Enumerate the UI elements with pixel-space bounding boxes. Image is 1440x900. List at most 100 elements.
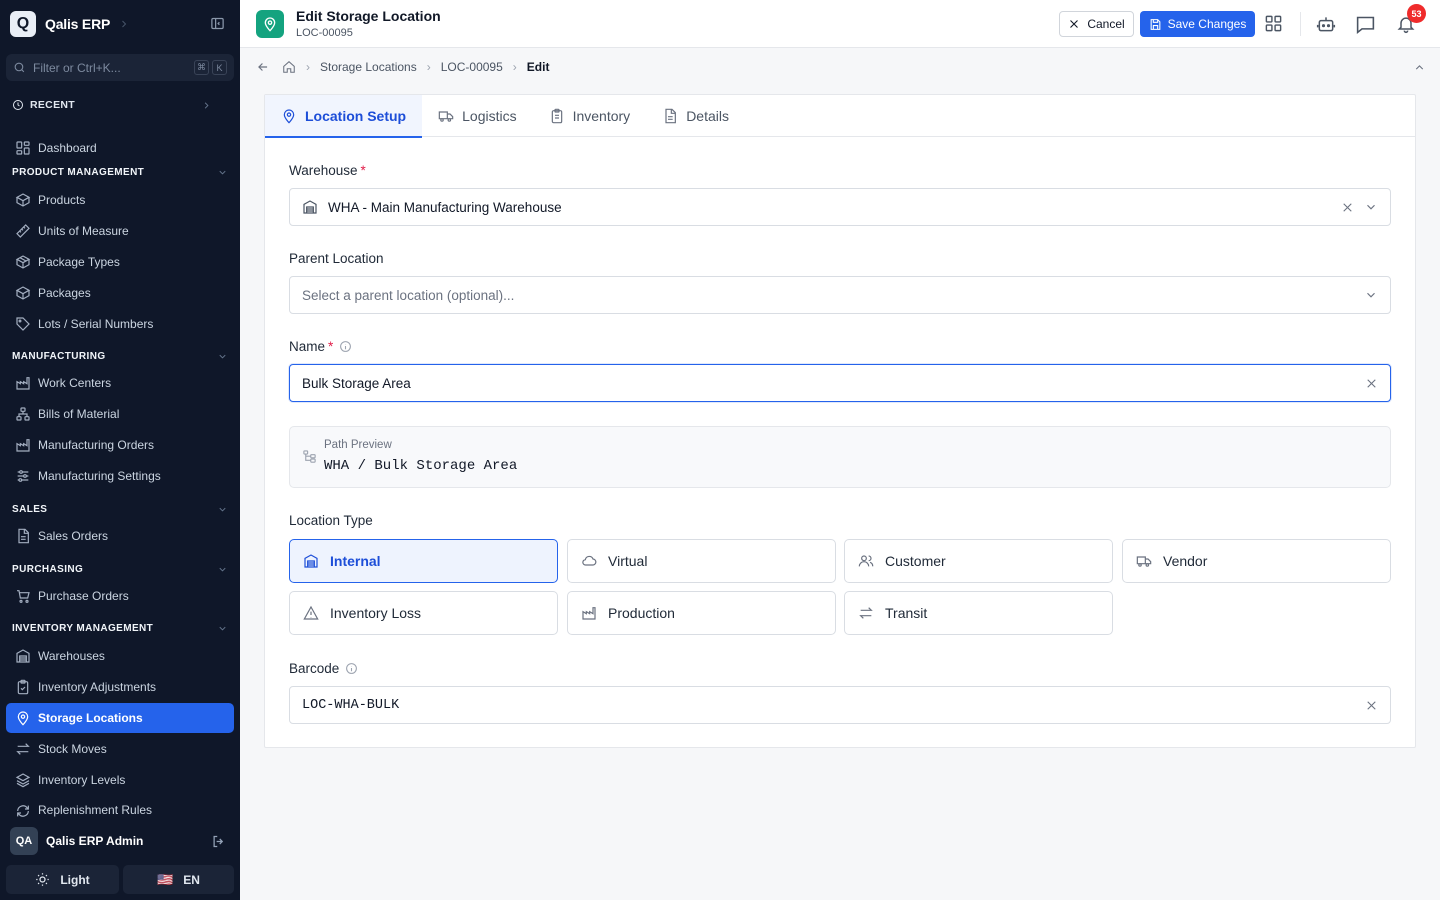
location-type-production[interactable]: Production: [567, 591, 836, 635]
logout-icon[interactable]: [211, 834, 226, 849]
chevron-down-icon[interactable]: [1364, 200, 1378, 214]
truck-icon: [1136, 556, 1152, 567]
map-pin-icon: [256, 10, 284, 38]
sidebar-item-manufacturing-orders[interactable]: Manufacturing Orders: [6, 430, 234, 460]
chat-icon[interactable]: [1355, 14, 1376, 35]
language-button[interactable]: 🇺🇸 EN: [123, 865, 234, 894]
chevron-down-icon: [219, 354, 226, 359]
cloud-icon: [582, 555, 597, 566]
user-profile[interactable]: QA Qalis ERP Admin: [10, 827, 230, 855]
section-label: SALES: [12, 504, 48, 515]
required-marker: *: [328, 339, 334, 354]
save-changes-button[interactable]: Save Changes: [1140, 11, 1255, 37]
warehouse-value: WHA - Main Manufacturing Warehouse: [328, 199, 562, 215]
sidebar-item-lots-serial-numbers[interactable]: Lots / Serial Numbers: [6, 309, 234, 339]
sidebar-item-dashboard[interactable]: Dashboard: [6, 133, 234, 163]
back-arrow-icon[interactable]: [256, 60, 270, 74]
parent-location-select[interactable]: Select a parent location (optional)...: [289, 276, 1391, 314]
location-type-virtual[interactable]: Virtual: [567, 539, 836, 583]
name-input[interactable]: Bulk Storage Area: [289, 364, 1391, 402]
shortcut-key-k: K: [212, 60, 227, 75]
page-title: Edit Storage Location: [296, 8, 441, 24]
option-label: Customer: [885, 553, 946, 569]
location-type-inventory-loss[interactable]: Inventory Loss: [289, 591, 558, 635]
dashboard-icon: [16, 141, 30, 155]
sidebar-item-sales-orders[interactable]: Sales Orders: [6, 521, 234, 551]
sidebar-item-replenishment-rules[interactable]: Replenishment Rules: [6, 796, 234, 819]
chevron-right-icon: [118, 18, 130, 30]
close-icon: [1070, 20, 1079, 28]
sidebar-item-storage-locations[interactable]: Storage Locations: [6, 703, 234, 733]
tab-label: Details: [686, 108, 729, 124]
sidebar-item-inventory-adjustments[interactable]: Inventory Adjustments: [6, 672, 234, 702]
factory-icon: [16, 377, 30, 390]
sidebar-item-units-of-measure[interactable]: Units of Measure: [6, 216, 234, 246]
top-bar: Edit Storage Location LOC-00095 Cancel S…: [240, 0, 1440, 48]
warehouse-select[interactable]: WHA - Main Manufacturing Warehouse: [289, 188, 1391, 226]
option-label: Internal: [330, 553, 381, 569]
section-manufacturing[interactable]: MANUFACTURING: [12, 351, 228, 362]
breadcrumb-link-record[interactable]: LOC-00095: [441, 60, 503, 74]
tab-logistics[interactable]: Logistics: [422, 95, 532, 137]
chevron-down-icon: [219, 170, 226, 175]
sidebar-item-purchase-orders[interactable]: Purchase Orders: [6, 581, 234, 611]
breadcrumb-link-storage-locations[interactable]: Storage Locations: [320, 60, 417, 74]
sidebar-item-warehouses[interactable]: Warehouses: [6, 641, 234, 671]
location-type-vendor[interactable]: Vendor: [1122, 539, 1391, 583]
sidebar-item-bills-of-material[interactable]: Bills of Material: [6, 399, 234, 429]
location-type-transit[interactable]: Transit: [844, 591, 1113, 635]
label-text: Location Type: [289, 513, 373, 528]
tag-icon: [16, 317, 30, 331]
sidebar-item-label: Stock Moves: [38, 742, 107, 756]
info-icon[interactable]: [345, 662, 358, 675]
tab-location-setup[interactable]: Location Setup: [265, 95, 423, 138]
warehouse-icon: [303, 200, 317, 214]
sidebar-item-stock-moves[interactable]: Stock Moves: [6, 734, 234, 764]
sidebar-filter-input[interactable]: Filter or Ctrl+K... ⌘ K: [6, 54, 234, 81]
clear-icon[interactable]: [1365, 699, 1378, 712]
bot-icon[interactable]: [1316, 14, 1336, 34]
tab-label: Logistics: [462, 108, 517, 124]
path-preview: Path Preview WHA / Bulk Storage Area: [289, 426, 1391, 488]
sidebar-item-products[interactable]: Products: [6, 185, 234, 215]
info-icon[interactable]: [339, 340, 352, 353]
chevron-right-icon: ›: [426, 60, 431, 74]
location-type-internal[interactable]: Internal: [289, 539, 558, 583]
chevron-down-icon[interactable]: [1364, 288, 1378, 302]
tab-details[interactable]: Details: [646, 95, 745, 137]
avatar: QA: [10, 827, 38, 855]
sidebar-collapse-icon[interactable]: [210, 16, 225, 31]
apps-grid-icon[interactable]: [1264, 14, 1283, 33]
home-icon[interactable]: [282, 60, 296, 74]
ruler-icon: [16, 224, 30, 238]
sidebar-item-label: Purchase Orders: [38, 589, 129, 603]
clear-icon[interactable]: [1365, 377, 1378, 390]
label-text: Parent Location: [289, 251, 384, 266]
path-preview-value: WHA / Bulk Storage Area: [324, 458, 518, 474]
chevron-up-icon[interactable]: [1413, 61, 1426, 74]
hierarchy-icon: [16, 407, 30, 421]
sidebar-item-inventory-levels[interactable]: Inventory Levels: [6, 765, 234, 795]
sidebar-item-work-centers[interactable]: Work Centers: [6, 368, 234, 398]
tab-inventory[interactable]: Inventory: [533, 95, 647, 137]
sidebar-item-label: Package Types: [38, 255, 120, 269]
sidebar-item-manufacturing-settings[interactable]: Manufacturing Settings: [6, 461, 234, 491]
recent-section-toggle[interactable]: RECENT: [12, 99, 212, 111]
sidebar-item-package-types[interactable]: Package Types: [6, 247, 234, 277]
cancel-button[interactable]: Cancel: [1059, 11, 1134, 37]
warehouse-icon: [16, 649, 30, 663]
section-inventory-management[interactable]: INVENTORY MANAGEMENT: [12, 623, 228, 634]
section-sales[interactable]: SALES: [12, 504, 228, 515]
clear-icon[interactable]: [1341, 201, 1354, 214]
theme-toggle-button[interactable]: Light: [6, 865, 119, 894]
section-purchasing[interactable]: PURCHASING: [12, 564, 228, 575]
cart-icon: [17, 590, 30, 603]
option-label: Virtual: [608, 553, 648, 569]
section-label: PRODUCT MANAGEMENT: [12, 167, 145, 178]
map-pin-icon: [283, 109, 295, 124]
section-product-management[interactable]: PRODUCT MANAGEMENT: [12, 167, 228, 178]
app-brand[interactable]: Q Qalis ERP: [10, 10, 130, 38]
sidebar-item-packages[interactable]: Packages: [6, 278, 234, 308]
location-type-customer[interactable]: Customer: [844, 539, 1113, 583]
barcode-input[interactable]: LOC-WHA-BULK: [289, 686, 1391, 724]
